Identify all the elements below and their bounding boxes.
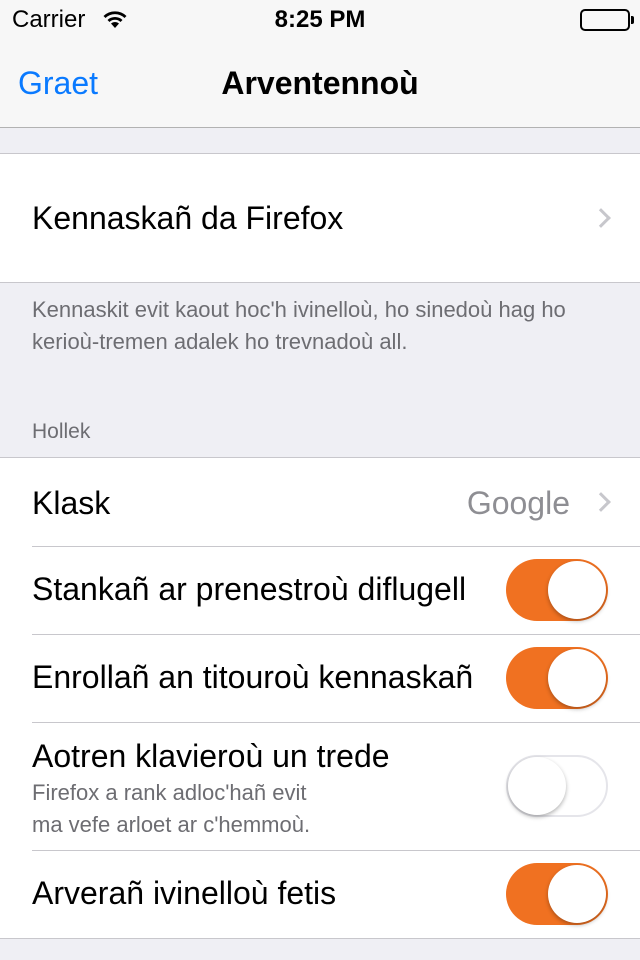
sign-in-label: Kennaskañ da Firefox (32, 200, 344, 236)
block-popups-row: Stankañ ar prenestroù diflugell (0, 546, 640, 634)
search-label: Klask (32, 485, 111, 521)
real-tabs-toggle[interactable] (506, 863, 608, 925)
save-logins-label: Enrollañ an titouroù kennaskañ (32, 659, 474, 695)
real-tabs-label: Arverañ ivinelloù fetis (32, 875, 337, 911)
block-popups-label: Stankañ ar prenestroù diflugell (32, 571, 467, 607)
general-group: Klask Google Stankañ ar prenestroù diflu… (0, 457, 640, 939)
sync-footer-note: Kennaskit evit kaout hoc'h ivinelloù, ho… (32, 297, 566, 354)
battery-icon (580, 9, 634, 31)
save-logins-toggle[interactable] (506, 647, 608, 709)
chevron-right-icon (591, 208, 611, 228)
third-party-keyboards-note-line1: Firefox a rank adloc'hañ evit (32, 780, 307, 805)
chevron-right-icon (591, 492, 611, 512)
sign-in-row[interactable]: Kennaskañ da Firefox (0, 154, 640, 282)
third-party-keyboards-row: Aotren klavieroù un trede Firefox a rank… (0, 722, 640, 850)
third-party-keyboards-toggle[interactable] (506, 755, 608, 817)
search-engine-value: Google (466, 485, 570, 521)
navigation-bar: Graet Arventennoù (0, 40, 640, 128)
third-party-keyboards-note-line2: ma vefe arloet ar c'hemmoù. (32, 812, 311, 837)
sync-group: Kennaskañ da Firefox (0, 153, 640, 283)
search-row[interactable]: Klask Google (0, 458, 640, 546)
status-time: 8:25 PM (274, 6, 366, 33)
block-popups-toggle[interactable] (506, 559, 608, 621)
real-tabs-row: Arverañ ivinelloù fetis (0, 850, 640, 938)
third-party-keyboards-label: Aotren klavieroù un trede (32, 738, 390, 774)
save-logins-row: Enrollañ an titouroù kennaskañ (0, 634, 640, 722)
status-bar: Carrier 8:25 PM (0, 0, 640, 40)
page-title: Arventennoù (221, 65, 419, 101)
section-header-general: Hollek (32, 420, 91, 443)
